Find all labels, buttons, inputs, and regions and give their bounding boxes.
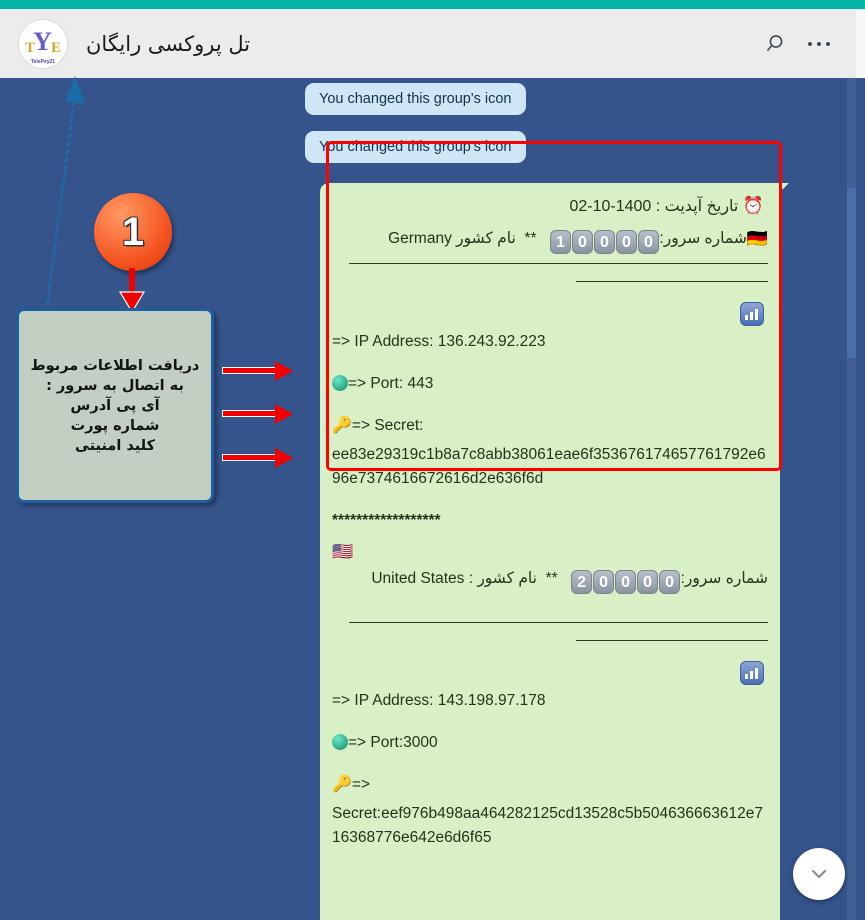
server-1-port: => Port: 443 [348, 374, 434, 392]
update-date-line: ⏰ تاریخ آپدیت : 1400-10-02 [332, 193, 768, 224]
server-2-number: 00002 [571, 570, 681, 595]
chat-title: تل پروکسی رایگان [86, 31, 251, 56]
server-2-secret-label: => [351, 776, 371, 794]
server-1-number: 00001 [549, 229, 659, 254]
server-1-secret-label: => Secret: [351, 416, 424, 434]
annotation-line: کلید امنیتی [74, 437, 156, 454]
more-options-icon[interactable] [808, 41, 830, 46]
annotation-line: دریافت اطلاعات مربوط [30, 357, 200, 374]
step-number-text: 1 [121, 209, 145, 254]
server-2-port-row: => Port:3000 [332, 729, 768, 757]
alarm-clock-icon: ⏰ [742, 196, 764, 215]
key-icon: 🔑 [332, 776, 352, 794]
green-dot-icon [332, 374, 348, 391]
divider-long [349, 622, 768, 624]
scroll-to-bottom-button[interactable] [793, 848, 845, 900]
server-1-ip: => IP Address: 136.243.92.223 [332, 332, 546, 350]
telegram-chat-screen: T Y E TelePxy21 تل پروکسی رایگان You cha… [0, 0, 865, 920]
avatar-letter-center: Y [33, 26, 53, 56]
annotation-text-box: دریافت اطلاعات مربوط به اتصال به سرور : … [16, 308, 214, 503]
server-2-label: شماره سرور: [680, 570, 768, 588]
signal-bars-icon [740, 301, 764, 326]
header-actions [764, 33, 856, 55]
system-message: You changed this group's icon [305, 83, 526, 115]
server-2-signal-row [332, 641, 768, 687]
header-right-edge [856, 9, 865, 78]
avatar-letter-right: E [50, 39, 61, 56]
server-2-secret-value[interactable]: Secret:eef976b498aa464282125cd13528c5b50… [332, 800, 768, 852]
bubble-tail [779, 183, 789, 193]
usa-flag-icon: 🇺🇸 [332, 541, 354, 561]
green-dot-icon [332, 734, 348, 751]
server-1-secret-value[interactable]: ee83e29319c1b8a7c8abb38061eae6f353676174… [332, 441, 768, 493]
signal-bars-icon [740, 661, 764, 686]
server-1-header: 🇩🇪شماره سرور:00001 ** نام کشور Germany [332, 224, 768, 254]
server-2-secret-label-row: 🔑=> [332, 771, 768, 800]
search-icon[interactable] [764, 33, 786, 55]
server-2-country-prefix: ** [545, 570, 558, 588]
chat-header: T Y E TelePxy21 تل پروکسی رایگان [0, 9, 856, 78]
avatar-subtitle: TelePxy21 [30, 58, 56, 65]
server-2-country-name: United States [371, 570, 465, 588]
server-2-port: => Port:3000 [348, 734, 438, 752]
server-1-stars-divider: ****************** [332, 511, 441, 529]
key-icon: 🔑 [332, 416, 352, 434]
top-accent-bar [0, 0, 865, 9]
update-date-value: تاریخ آپدیت : 1400-10-02 [569, 198, 739, 215]
proxy-message-bubble[interactable]: ⏰ تاریخ آپدیت : 1400-10-02 🇩🇪شماره سرور:… [320, 183, 789, 920]
server-1-label: شماره سرور: [659, 229, 747, 247]
server-block-2: 🇺🇸 شماره سرور:00002 ** نام کشور : United… [332, 535, 768, 852]
chat-scrollbar-thumb[interactable] [847, 188, 856, 358]
server-1-country-prefix: ** [524, 229, 537, 247]
server-1-signal-row [332, 282, 768, 328]
step-number-badge: 1 [94, 193, 172, 271]
chevron-down-icon [811, 869, 827, 879]
server-1-secret-label-row: 🔑=> Secret: [332, 412, 768, 441]
divider-long [349, 262, 768, 264]
annotation-line: شماره پورت [70, 417, 160, 434]
annotation-arrow-port [222, 404, 293, 424]
system-message: You changed this group's icon [305, 131, 526, 163]
annotation-arrow-ip [222, 361, 293, 381]
server-2-ip: => IP Address: 143.198.97.178 [332, 692, 546, 710]
group-avatar[interactable]: T Y E TelePxy21 [18, 18, 68, 69]
server-2-country-label: نام کشور : [468, 570, 537, 588]
server-1-country-label: نام کشور [456, 229, 516, 247]
annotation-line: به اتصال به سرور : [46, 377, 184, 394]
germany-flag-icon: 🇩🇪 [746, 228, 768, 248]
server-2-header: شماره سرور:00002 ** نام کشور : United St… [332, 565, 768, 595]
server-block-1: 🇩🇪شماره سرور:00001 ** نام کشور Germany =… [332, 224, 768, 535]
annotation-line: آی پی آدرس [70, 397, 160, 414]
annotation-arrow-secret [222, 448, 293, 468]
server-1-country-name: Germany [388, 229, 452, 247]
server-1-port-row: => Port: 443 [332, 370, 768, 398]
